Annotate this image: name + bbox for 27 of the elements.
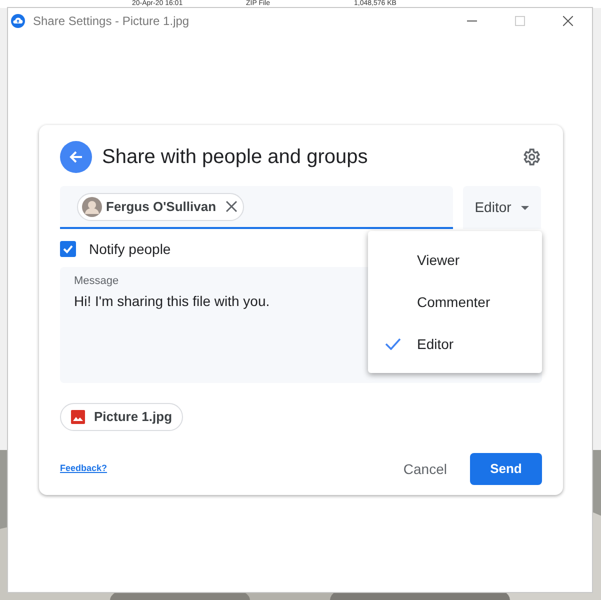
attachment-chip[interactable]: Picture 1.jpg (60, 403, 184, 431)
notify-label: Notify people (89, 240, 171, 259)
send-button[interactable]: Send (470, 453, 542, 485)
dialog-title: Share with people and groups (102, 145, 368, 170)
settings-icon[interactable] (521, 147, 541, 167)
cloud-upload-icon (11, 14, 25, 28)
message-label: Message (74, 274, 120, 289)
recipients-field[interactable]: Fergus O'Sullivan (60, 186, 453, 229)
close-icon[interactable] (226, 201, 238, 212)
dropdown-caret-icon (521, 206, 530, 210)
window-title: Share Settings - Picture 1.jpg (33, 12, 190, 30)
image-file-icon (71, 410, 85, 424)
close-icon[interactable] (563, 16, 573, 26)
checkmark-icon (62, 243, 74, 255)
avatar-icon (82, 196, 102, 216)
role-dropdown[interactable]: Editor (463, 186, 541, 229)
message-text: Hi! I'm sharing this file with you. (74, 292, 270, 311)
feedback-link[interactable]: Feedback? (60, 462, 108, 476)
notify-checkbox[interactable] (60, 241, 76, 257)
back-arrow-icon (69, 150, 83, 164)
recipient-name: Fergus O'Sullivan (106, 198, 216, 216)
cancel-button[interactable]: Cancel (394, 453, 456, 485)
role-option[interactable]: Editor (368, 323, 542, 365)
back-button[interactable] (60, 141, 92, 173)
recipient-chip[interactable]: Fergus O'Sullivan (77, 192, 244, 220)
attachment-name: Picture 1.jpg (94, 408, 172, 426)
role-option[interactable]: Commenter (368, 281, 542, 323)
